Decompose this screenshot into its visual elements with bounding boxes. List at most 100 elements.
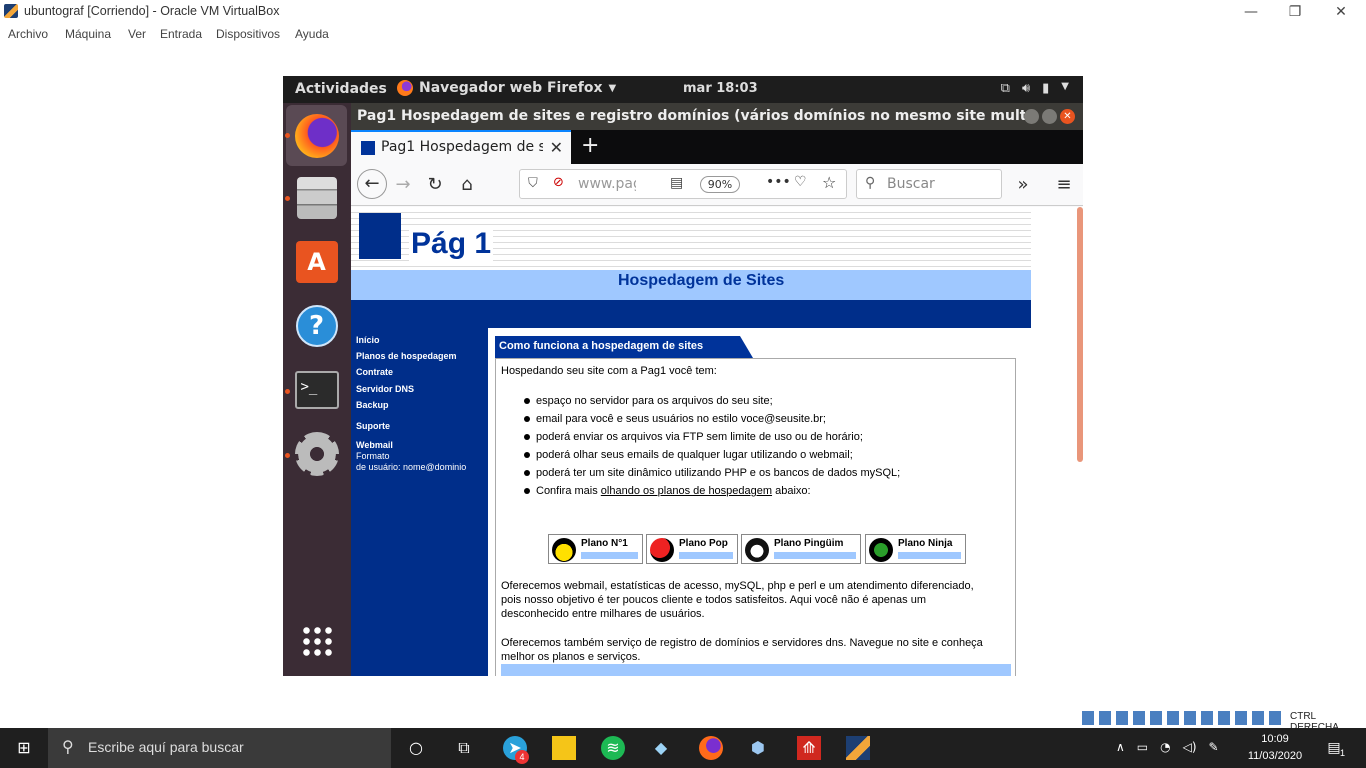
nav-webmail[interactable]: Webmail	[356, 440, 393, 450]
3d-builder-icon[interactable]: ◆	[649, 736, 673, 760]
spotify-icon[interactable]: ≋	[601, 736, 625, 760]
wifi-icon: ◔	[1160, 740, 1171, 754]
app-menu[interactable]: Navegador web Firefox ▼	[397, 80, 616, 96]
activities-button[interactable]: Actividades	[295, 81, 387, 97]
nav-contrate[interactable]: Contrate	[356, 367, 393, 377]
nav-servidor-dns[interactable]: Servidor DNS	[356, 384, 414, 394]
close-tab-icon[interactable]: ✕	[550, 138, 563, 157]
home-button[interactable]: ⌂	[455, 173, 479, 197]
dock-firefox[interactable]	[286, 105, 347, 166]
firefox-taskbar-icon[interactable]	[699, 736, 723, 760]
task-view-button[interactable]: ⧉	[452, 736, 476, 760]
cortana-button[interactable]: ○	[404, 736, 428, 760]
telegram-badge: 4	[515, 750, 529, 764]
shield-icon[interactable]: ⛉	[528, 176, 538, 191]
plan-n1-icon	[552, 538, 576, 562]
menu-entrada[interactable]: Entrada	[160, 27, 202, 41]
maximize-button[interactable]	[1042, 109, 1057, 124]
device-status-icons[interactable]	[1082, 711, 1282, 725]
pocket-icon[interactable]: ♡	[794, 174, 807, 190]
plan-pinguim-button[interactable]: Plano Pingüim	[741, 534, 861, 564]
taskbar-time: 10:09	[1261, 733, 1289, 745]
bullet	[524, 452, 530, 458]
chevron-down-icon: ▼	[1061, 81, 1069, 92]
menu-maquina[interactable]: Máquina	[65, 27, 111, 41]
windows-taskbar: ⊞ ⚲ Escribe aquí para buscar ○ ⧉ ➤ 4 ≋ ◆…	[0, 728, 1366, 768]
url-text[interactable]: www.pag	[578, 176, 636, 192]
close-button[interactable]: ✕	[1326, 2, 1356, 22]
paragraph-2-line-1: Oferecemos também serviço de registro de…	[501, 637, 983, 649]
taskbar-clock[interactable]: 10:09 11/03/2020	[1240, 731, 1310, 765]
hamburger-menu-icon[interactable]: ≡	[1052, 173, 1076, 197]
plan-n1-button[interactable]: Plano N°1	[548, 534, 643, 564]
zoom-indicator[interactable]: 90%	[700, 176, 740, 193]
menu-dispositivos[interactable]: Dispositivos	[216, 27, 280, 41]
show-applications-button[interactable]	[286, 610, 347, 671]
nav-planos[interactable]: Planos de hospedagem	[356, 351, 457, 361]
running-indicator	[285, 389, 290, 394]
page-actions-icon[interactable]: •••	[766, 174, 791, 190]
minimize-button[interactable]	[1024, 109, 1039, 124]
close-button[interactable]: ✕	[1060, 109, 1075, 124]
volume-icon: ◁)	[1182, 740, 1197, 754]
new-tab-button[interactable]: +	[581, 133, 599, 158]
start-button[interactable]: ⊞	[12, 736, 36, 760]
paragraph-1-line-1: Oferecemos webmail, estatísticas de aces…	[501, 580, 974, 592]
pag1-logo-text[interactable]: Pág 1	[409, 227, 494, 261]
taskbar-search[interactable]: ⚲ Escribe aquí para buscar	[48, 728, 391, 768]
dock-help[interactable]: ?	[286, 295, 347, 356]
dock-files[interactable]	[286, 167, 347, 228]
bullet	[524, 488, 530, 494]
reload-button[interactable]: ↻	[423, 173, 447, 197]
planos-link[interactable]: olhando os planos de hospedagem	[601, 485, 772, 497]
page-scrollbar[interactable]	[1077, 207, 1083, 462]
file-explorer-icon[interactable]	[552, 736, 576, 760]
url-bar[interactable]: ⛉ ⊘ www.pag ▤ 90% ••• ♡ ☆	[519, 169, 847, 199]
system-tray-icons[interactable]: ∧ ▭ ◔ ◁) ✎	[1116, 740, 1219, 754]
search-bar[interactable]: ⚲ Buscar	[856, 169, 1002, 199]
overflow-menu-icon[interactable]: »	[1011, 173, 1035, 197]
firefox-window: Pag1 Hospedagem de sites e registro domí…	[351, 103, 1083, 676]
plan-label: Plano Pingüim	[774, 538, 844, 549]
plan-pop-button[interactable]: Plano Pop	[646, 534, 738, 564]
virtualbox-taskbar-icon[interactable]: ⬢	[746, 736, 770, 760]
app-grid-icon	[300, 624, 333, 657]
taskbar-search-placeholder: Escribe aquí para buscar	[88, 739, 244, 755]
back-button[interactable]: ←	[357, 169, 387, 199]
vm-screen[interactable]: Actividades Navegador web Firefox ▼ mar …	[283, 76, 1083, 676]
search-icon: ⚲	[62, 737, 74, 756]
paragraph-2-line-2: melhor os planos e serviços.	[501, 651, 641, 663]
running-indicator	[285, 453, 290, 458]
pen-icon: ✎	[1208, 740, 1219, 754]
bookmark-star-icon[interactable]: ☆	[822, 173, 836, 192]
acrobat-icon[interactable]: ⟰	[797, 736, 821, 760]
tab-pag1[interactable]: Pag1 Hospedagem de sit ✕	[351, 130, 571, 164]
list-item: email para você e seus usuários no estil…	[536, 413, 826, 425]
dock-terminal[interactable]: >_	[286, 359, 347, 420]
running-indicator	[285, 196, 290, 201]
webmail-note-1: Formato	[356, 451, 390, 461]
nav-suporte[interactable]: Suporte	[356, 421, 390, 431]
system-tray[interactable]: ⧉ 🔊︎ ▮ ▼	[1001, 81, 1069, 96]
gnome-clock[interactable]: mar 18:03	[683, 81, 758, 96]
virtualbox-vm-icon[interactable]	[846, 736, 870, 760]
dock-software[interactable]: A	[286, 231, 347, 292]
menu-ayuda[interactable]: Ayuda	[295, 27, 329, 41]
terminal-icon: >_	[294, 370, 339, 409]
maximize-button[interactable]: ❐	[1280, 2, 1310, 22]
dock-settings[interactable]	[286, 423, 347, 484]
vbox-menubar: Archivo Máquina Ver Entrada Dispositivos…	[0, 24, 1366, 44]
menu-archivo[interactable]: Archivo	[8, 27, 48, 41]
intro-text: Hospedando seu site com a Pag1 você tem:	[501, 365, 717, 377]
forward-button[interactable]: →	[391, 173, 415, 197]
vbox-titlebar: ubuntograf [Corriendo] - Oracle VM Virtu…	[0, 0, 1366, 24]
page-title: Hospedagem de Sites	[618, 272, 785, 289]
nav-backup[interactable]: Backup	[356, 400, 389, 410]
minimize-button[interactable]: —	[1236, 2, 1266, 22]
nav-inicio[interactable]: Início	[356, 335, 380, 345]
menu-ver[interactable]: Ver	[128, 27, 146, 41]
insecure-lock-icon[interactable]: ⊘	[553, 175, 564, 190]
penguin-icon	[745, 538, 769, 562]
reader-view-icon[interactable]: ▤	[670, 175, 683, 191]
plan-ninja-button[interactable]: Plano Ninja	[865, 534, 966, 564]
